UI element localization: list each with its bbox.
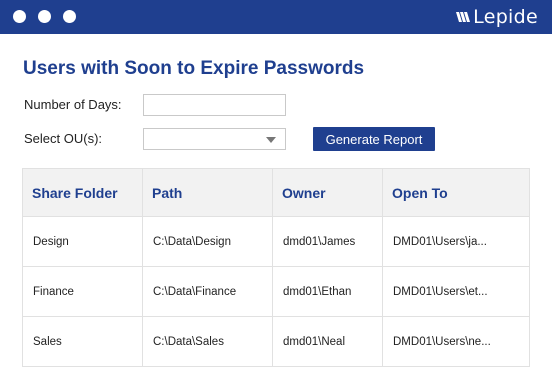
title-bar: Lepide (0, 0, 552, 34)
table-row[interactable]: Sales C:\Data\Sales dmd01\Neal DMD01\Use… (22, 316, 530, 367)
table-row[interactable]: Finance C:\Data\Finance dmd01\Ethan DMD0… (22, 266, 530, 317)
brand-logo: Lepide (456, 6, 538, 28)
open-to-cell: DMD01\Users\ja... (382, 216, 530, 267)
path-cell: C:\Data\Design (142, 216, 273, 267)
window-dot-icon[interactable] (13, 10, 26, 23)
dropdown-caret-icon[interactable] (266, 137, 276, 143)
days-label: Number of Days: (24, 97, 122, 112)
open-to-cell: DMD01\Users\ne... (382, 316, 530, 367)
owner-cell: dmd01\James (272, 216, 383, 267)
ou-select[interactable] (143, 128, 286, 150)
lepide-logo-icon (456, 12, 471, 22)
open-to-cell: DMD01\Users\et... (382, 266, 530, 317)
brand-name: Lepide (473, 6, 538, 28)
share-folder-cell: Sales (22, 316, 143, 367)
owner-cell: dmd01\Ethan (272, 266, 383, 317)
ou-label: Select OU(s): (24, 131, 103, 146)
column-header-share-folder[interactable]: Share Folder (22, 168, 143, 217)
window-dot-icon[interactable] (63, 10, 76, 23)
share-folder-cell: Design (22, 216, 143, 267)
table-row[interactable]: Design C:\Data\Design dmd01\James DMD01\… (22, 216, 530, 267)
path-cell: C:\Data\Finance (142, 266, 273, 317)
days-input[interactable] (143, 94, 286, 116)
table-header-row: Share Folder Path Owner Open To (22, 168, 530, 217)
owner-cell: dmd01\Neal (272, 316, 383, 367)
page-title: Users with Soon to Expire Passwords (23, 58, 365, 79)
report-table: Share Folder Path Owner Open To Design C… (22, 168, 530, 367)
column-header-open-to[interactable]: Open To (382, 168, 530, 217)
column-header-path[interactable]: Path (142, 168, 273, 217)
share-folder-cell: Finance (22, 266, 143, 317)
generate-report-button[interactable]: Generate Report (313, 127, 435, 151)
path-cell: C:\Data\Sales (142, 316, 273, 367)
column-header-owner[interactable]: Owner (272, 168, 383, 217)
window-dot-icon[interactable] (38, 10, 51, 23)
